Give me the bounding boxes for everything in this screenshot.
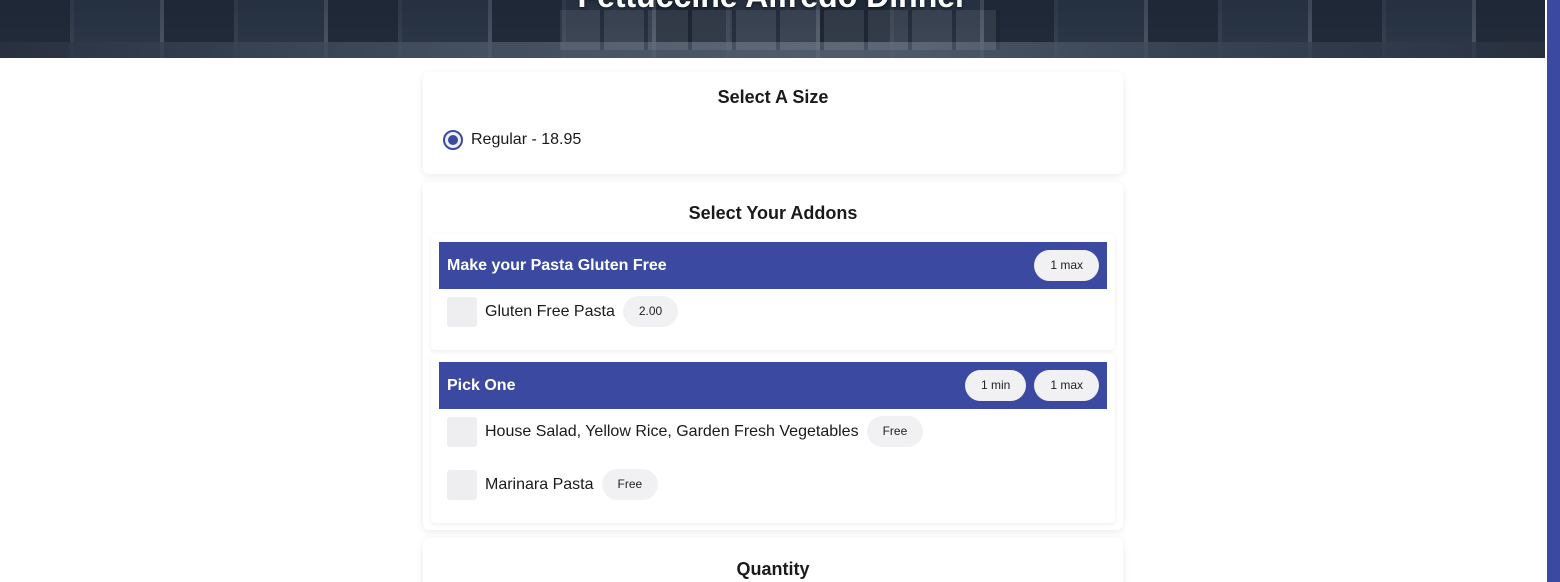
radio-button-selected[interactable] [443,130,463,150]
hero-banner: Fettuccine Alfredo Dinner [0,0,1545,58]
addon-price-badge: Free [601,469,659,500]
addon-group-header: Pick One 1 min 1 max [439,362,1107,409]
addon-group-badges: 1 max [1034,250,1099,281]
addon-group-gluten-free: Make your Pasta Gluten Free 1 max Gluten… [431,234,1115,350]
addon-price-badge: Free [866,416,924,447]
addon-group-badges: 1 min 1 max [964,370,1099,401]
addon-group-header: Make your Pasta Gluten Free 1 max [439,242,1107,289]
quantity-section-title: Quantity [736,559,810,579]
radio-dot-icon [448,135,458,145]
addon-option-label: Gluten Free Pasta [485,302,615,320]
addon-checkbox[interactable] [447,416,477,447]
item-title: Fettuccine Alfredo Dinner [0,0,1545,15]
quantity-section: Quantity [423,538,1123,582]
addon-option-label: House Salad, Yellow Rice, Garden Fresh V… [485,422,859,440]
max-badge: 1 max [1034,370,1099,401]
addon-option-house-salad[interactable]: House Salad, Yellow Rice, Garden Fresh V… [447,416,924,447]
size-section: Select A Size Regular - 18.95 [423,72,1123,174]
addon-option-gluten-free-pasta[interactable]: Gluten Free Pasta 2.00 [447,296,679,327]
addon-group-title: Pick One [447,376,516,394]
page: Fettuccine Alfredo Dinner Select A Size … [0,0,1560,582]
addon-option-marinara-pasta[interactable]: Marinara Pasta Free [447,469,659,500]
addon-group-pick-one: Pick One 1 min 1 max House Salad, Yellow… [431,354,1115,523]
addons-section-title: Select Your Addons [688,203,858,223]
addon-group-title: Make your Pasta Gluten Free [447,256,667,274]
max-badge: 1 max [1034,250,1099,281]
scrollbar[interactable] [1545,0,1560,582]
addon-checkbox[interactable] [447,296,477,327]
addon-checkbox[interactable] [447,469,477,500]
scrollbar-thumb[interactable] [1547,0,1560,582]
addon-option-label: Marinara Pasta [485,475,594,493]
size-option-regular[interactable]: Regular - 18.95 [443,130,581,150]
addons-section: Select Your Addons Make your Pasta Glute… [423,182,1123,530]
min-badge: 1 min [964,370,1027,401]
addon-price-badge: 2.00 [622,296,679,327]
size-option-label: Regular - 18.95 [471,131,582,148]
size-section-title: Select A Size [717,87,829,107]
